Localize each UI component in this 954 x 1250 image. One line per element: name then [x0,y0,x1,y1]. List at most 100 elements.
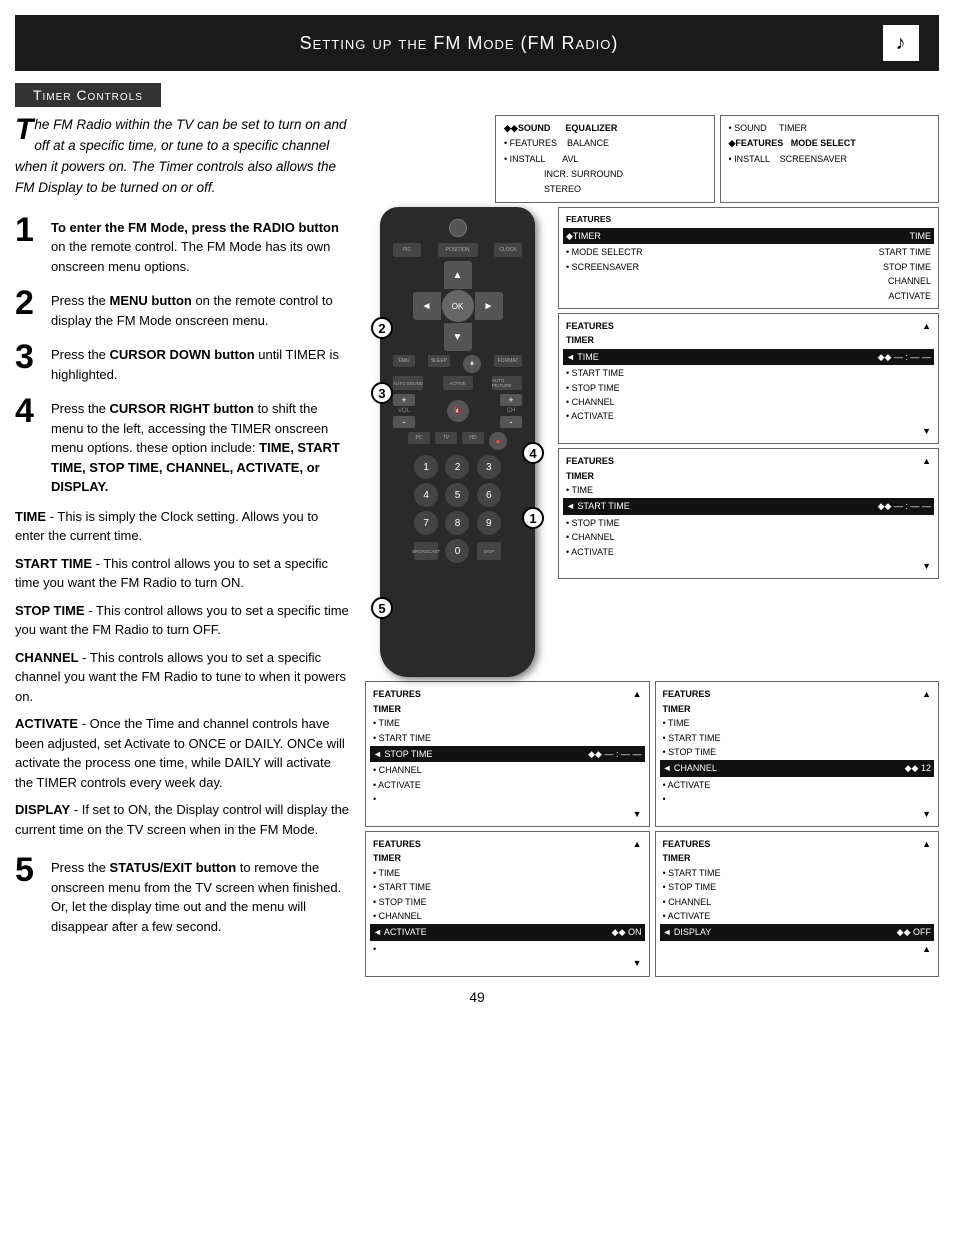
ch-down[interactable]: - [500,416,522,428]
btn-pc[interactable]: PC [408,432,430,444]
dpad-up[interactable]: ▲ [444,261,472,289]
btn-7[interactable]: 7 [414,511,438,535]
sb4-channel: • CHANNEL [373,763,642,777]
btn-5[interactable]: 5 [445,483,469,507]
screen-box-7: FEATURES▲ TIMER • START TIME • STOP TIME… [655,831,940,977]
sb4-time: • TIME [373,716,642,730]
btn-pause[interactable]: ⏸ [463,355,481,373]
btn-3[interactable]: 3 [477,455,501,479]
btn-6[interactable]: 6 [477,483,501,507]
btn-1[interactable]: 1 [414,455,438,479]
screen-box-2: FEATURES▲ TIMER ◄ TIME◆◆ — : — — • START… [558,313,939,444]
mute-btn[interactable]: 🔇 [447,400,469,422]
remote-control-area: PIC POSITION CLOCK ▲ ▼ ◄ ► OK [365,207,550,677]
sb1-features: FEATURES [566,213,931,227]
main-content: T he FM Radio within the TV can be set t… [15,115,939,977]
sound-menu-left-header: ◆◆SOUND EQUALIZER [504,121,706,136]
btn-0[interactable]: 0 [445,539,469,563]
drop-cap: T [15,115,33,145]
step-3: 3 Press the CURSOR DOWN button until TIM… [15,340,350,384]
sb4-activate: • ACTIVATE [373,778,642,792]
right-column: ◆◆SOUND EQUALIZER • FEATURES BALANCE • I… [365,115,939,977]
btn-4[interactable]: 4 [414,483,438,507]
btn-disp[interactable]: DISP [477,542,501,560]
step-5: 5 Press the STATUS/EXIT button to remove… [15,853,350,936]
btn-rec[interactable]: ● [489,432,507,450]
power-button[interactable] [449,219,467,237]
btn-broadcast[interactable]: BROADCAST [414,542,438,560]
ch-group: + CH - [500,394,522,428]
sb3-timer: TIMER [566,469,931,483]
desc-time: TIME - This is simply the Clock setting.… [15,507,350,546]
dpad-left[interactable]: ◄ [413,292,441,320]
sb5-activate: • ACTIVATE [663,778,932,792]
sb6-activate-hl: ◄ ACTIVATE◆◆ ON [370,924,645,940]
step-4-text: Press the CURSOR RIGHT button to shift t… [51,394,350,497]
sb7-channel: • CHANNEL [663,895,932,909]
intro-text: he FM Radio within the TV can be set to … [15,117,347,195]
sound-menu-right-features: ◆FEATURES MODE SELECT [729,136,931,151]
desc-start-time: START TIME - This control allows you to … [15,554,350,593]
vol-up[interactable]: + [393,394,415,406]
sb6-stop: • STOP TIME [373,895,642,909]
sb3-start-hl: ◄ START TIME◆◆ — : — — [563,498,934,514]
btn-sleep[interactable]: SLEEP [428,355,450,367]
step-badge-1: 1 [522,507,544,529]
sound-menu-left-features: • FEATURES BALANCE [504,136,706,151]
sb1-channel: CHANNEL [566,274,931,288]
btn-position[interactable]: POSITION [438,243,478,257]
vol-ch-row: + VOL - 🔇 + CH - [393,394,522,428]
remote-body: PIC POSITION CLOCK ▲ ▼ ◄ ► OK [380,207,535,677]
top-menus-row: ◆◆SOUND EQUALIZER • FEATURES BALANCE • I… [495,115,939,203]
btn-auto-picture[interactable]: AUTO PICTURE [492,376,522,390]
sb3-activate: • ACTIVATE [566,545,931,559]
btn-emu[interactable]: EMU [393,355,415,367]
btn-9[interactable]: 9 [477,511,501,535]
page-title: Setting up the FM Mode (FM Radio) [35,33,883,54]
intro-paragraph: T he FM Radio within the TV can be set t… [15,115,350,199]
btn-auto-sound[interactable]: AUTO SOUND [393,376,423,390]
mid-btn-row2: AUTO SOUND ACTIVE AUTO PICTURE [393,376,522,390]
sb3-time: • TIME [566,483,931,497]
sb5-timer: TIMER [663,702,932,716]
vol-down[interactable]: - [393,416,415,428]
page-header: Setting up the FM Mode (FM Radio) ♪ [15,15,939,71]
middle-row: PIC POSITION CLOCK ▲ ▼ ◄ ► OK [365,207,939,677]
step-1: 1 To enter the FM Mode, press the RADIO … [15,213,350,277]
mid-btn-row1: EMU SLEEP ⏸ FORMAT [393,355,522,373]
btn-2[interactable]: 2 [445,455,469,479]
sound-menu-left: ◆◆SOUND EQUALIZER • FEATURES BALANCE • I… [495,115,715,203]
dpad-down[interactable]: ▼ [444,323,472,351]
btn-pic[interactable]: PIC [393,243,421,257]
vol-label: VOL [398,408,410,414]
sound-menu-left-stereo: STEREO [504,182,706,197]
sb4-bullet: • [373,792,642,806]
screen-box-3: FEATURES▲ TIMER • TIME ◄ START TIME◆◆ — … [558,448,939,579]
step-badge-4: 4 [522,442,544,464]
dpad-center[interactable]: OK [442,290,474,322]
sb6-features: FEATURES▲ [373,837,642,851]
left-column: T he FM Radio within the TV can be set t… [15,115,350,946]
sb7-display-hl: ◄ DISPLAY◆◆ OFF [660,924,935,940]
step-1-number: 1 [15,213,43,247]
screen-box-4: FEATURES▲ TIMER • TIME • START TIME ◄ ST… [365,681,650,827]
btn-format[interactable]: FORMAT [494,355,522,367]
sb7-arrow-dn: ▲ [663,942,932,956]
sb2-activate: • ACTIVATE [566,409,931,423]
sb2-start: • START TIME [566,366,931,380]
page-number: 49 [15,989,939,1015]
ch-up[interactable]: + [500,394,522,406]
dpad-right[interactable]: ► [475,292,503,320]
btn-active[interactable]: ACTIVE [443,376,473,390]
top-btn-row: PIC POSITION CLOCK [388,243,527,257]
sb3-arrow-dn: ▼ [566,559,931,573]
btn-8[interactable]: 8 [445,511,469,535]
sb7-start: • START TIME [663,866,932,880]
btn-tv[interactable]: TV [435,432,457,444]
screen-box-5: FEATURES▲ TIMER • TIME • START TIME • ST… [655,681,940,827]
vol-group: + VOL - [393,394,415,428]
sb6-timer: TIMER [373,851,642,865]
btn-hd[interactable]: HD [462,432,484,444]
sb2-features: FEATURES▲ [566,319,931,333]
btn-clock[interactable]: CLOCK [494,243,522,257]
